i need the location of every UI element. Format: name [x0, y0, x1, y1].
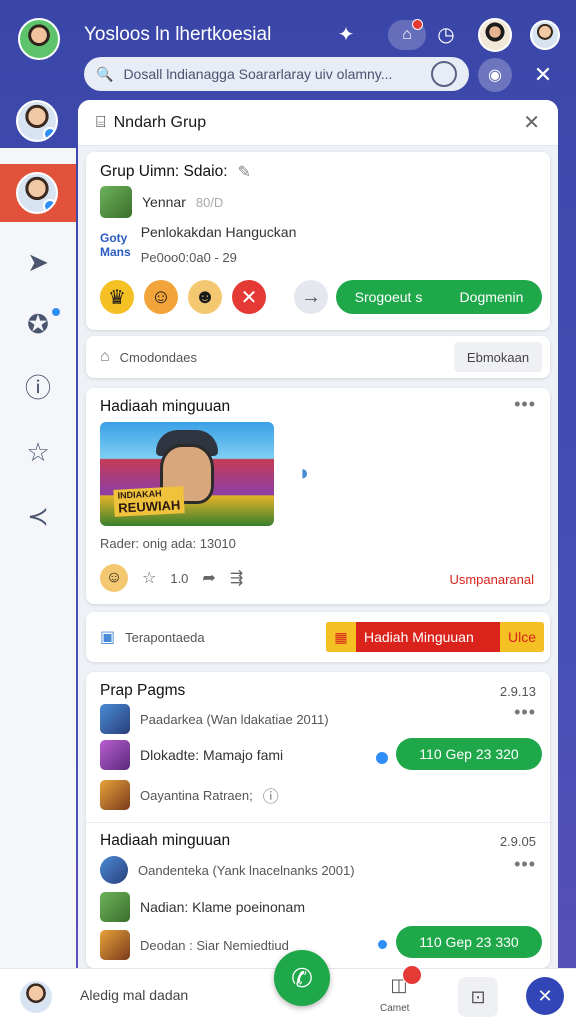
list1-date-pill[interactable]: 110 Gep 23 320: [396, 738, 542, 770]
camera-label: Camet: [380, 1003, 410, 1014]
app-title: Yosloos ln lhertkoesial: [84, 24, 272, 45]
chat-icon: ▣: [100, 629, 116, 646]
close-circle-button[interactable]: ✕: [526, 977, 564, 1015]
main-panel: ⌸ Nndarh Grup ✕ Grup Uimn: Sdaio: ✎ Yenn…: [78, 100, 558, 970]
share-arrow-icon[interactable]: ➦: [202, 568, 215, 588]
list2-title: Hadiaah minguuan: [100, 832, 231, 849]
top-bar: Yosloos ln lhertkoesial ✦ ⌂ ◷ 🔍 Dosall l…: [0, 0, 576, 100]
bottom-avatar[interactable]: [18, 979, 54, 1015]
camera-icon[interactable]: ◉: [478, 58, 512, 92]
sticker-icon[interactable]: ⊡: [458, 977, 498, 1017]
list2-date-pill[interactable]: 110 Gep 23 330: [396, 926, 542, 958]
group-meta: 80/D: [195, 194, 224, 210]
post-title: Hadiaah minguuan: [100, 398, 231, 415]
search-text: Dosall lndianagga Soararlaray uiv olamny…: [123, 66, 393, 82]
list-item[interactable]: Paadarkea (Wan ldakatiae 2011): [100, 704, 329, 734]
group-card: Grup Uimn: Sdaio: ✎ Yennar 80/D Goty Man…: [86, 152, 550, 330]
condition-button[interactable]: Ebmokaan: [454, 342, 542, 372]
camera-badge: [402, 965, 422, 985]
list-item[interactable]: Deodan : Siar Nemiedtiud: [100, 930, 289, 960]
promo-row: ▣ Terapontaeda ▦ Hadiah Minguuan Ulce: [86, 612, 550, 662]
refresh-icon[interactable]: [431, 61, 457, 87]
info-icon[interactable]: ⓘ: [263, 783, 279, 807]
action-left-label: Srogoeut s: [354, 289, 423, 305]
rating-value: 1.0: [170, 570, 189, 586]
active-avatar: [16, 172, 58, 214]
message-input[interactable]: Aledig mal dadan: [80, 987, 188, 1003]
clock-icon[interactable]: ◷: [434, 22, 458, 47]
reaction-icon[interactable]: ☺: [100, 564, 128, 592]
arrow-right-icon[interactable]: →: [294, 280, 328, 314]
sidebar: ➤ ✪ ⓘ ☆ ≺: [0, 148, 76, 970]
search-bar[interactable]: 🔍 Dosall lndianagga Soararlaray uiv olam…: [84, 57, 469, 91]
promo-badge[interactable]: ▦ Hadiah Minguuan Ulce: [326, 622, 544, 652]
settings-dot: [52, 308, 60, 316]
condition-label: Cmodondaes: [119, 349, 197, 365]
sidebar-avatar[interactable]: [16, 100, 58, 142]
post-image[interactable]: INDIAKAH REUWIAH: [100, 422, 274, 526]
group-title: Grup Uimn: Sdaio:: [100, 163, 228, 180]
star-outline-icon[interactable]: ☆: [142, 568, 156, 588]
list1-title: Prap Pagms: [100, 682, 186, 699]
share-icon[interactable]: ≺: [22, 500, 54, 532]
close-icon[interactable]: ✕: [530, 62, 556, 88]
list-card-1: Prap Pagms 2.9.13 ••• Paadarkea (Wan lda…: [86, 672, 550, 968]
profile-avatar[interactable]: [18, 18, 60, 60]
contact-avatar[interactable]: [530, 20, 560, 50]
promo-badge-icon: ▦: [326, 622, 356, 652]
promo-label: Terapontaeda: [125, 629, 205, 645]
forward-icon[interactable]: ⇶: [230, 568, 243, 588]
sidebar-item-active[interactable]: [0, 164, 76, 222]
notification-dot: [412, 19, 423, 30]
unread-dot: [378, 940, 387, 949]
settings-star-icon[interactable]: ✪: [22, 308, 54, 340]
list2-date: 2.9.05: [499, 834, 536, 849]
loading-icon: ◗: [298, 460, 312, 485]
verified-badge: [43, 127, 56, 140]
verified-badge: [43, 199, 56, 212]
more-icon[interactable]: •••: [514, 394, 536, 415]
group-description: Penlokakdan Hanguckan: [140, 224, 297, 240]
edit-icon[interactable]: ✎: [238, 162, 251, 182]
post-caption: Rader: onig ada: 13010: [100, 536, 236, 551]
wink-face-icon[interactable]: ☻: [188, 280, 222, 314]
group-icon: ⌸: [96, 113, 106, 131]
group-action-button[interactable]: Srogoeut s Dogmenin: [336, 280, 542, 314]
more-icon[interactable]: •••: [514, 854, 536, 875]
crown-icon[interactable]: ♛: [100, 280, 134, 314]
group-name: Yennar: [142, 194, 186, 210]
group-date: Pe0oo0:0a0 - 29: [140, 250, 237, 265]
close-circle-icon[interactable]: ✕: [232, 280, 266, 314]
more-icon[interactable]: •••: [514, 702, 536, 723]
star-icon[interactable]: ☆: [22, 436, 54, 468]
send-icon[interactable]: ➤: [22, 246, 54, 278]
happy-face-icon[interactable]: ☺: [144, 280, 178, 314]
panel-title: Nndarh Grup: [113, 113, 207, 131]
list-item[interactable]: Nadian: Klame poeinonam: [100, 892, 305, 922]
pin-icon[interactable]: ✦: [334, 22, 358, 47]
unread-dot: [376, 752, 388, 764]
group-logo: Goty Mans: [100, 230, 131, 259]
action-right-label: Dogmenin: [459, 289, 524, 305]
list-item[interactable]: Oayantina Ratraen; ⓘ: [100, 780, 279, 810]
call-button[interactable]: ✆: [274, 950, 330, 1006]
panel-header: ⌸ Nndarh Grup ✕: [78, 100, 558, 146]
list-item[interactable]: Dlokadte: Mamajo fami: [100, 740, 283, 770]
home-outline-icon: ⌂: [100, 348, 110, 365]
post-card: Hadiaah minguuan ••• INDIAKAH REUWIAH ◗ …: [86, 388, 550, 604]
search-icon: 🔍: [96, 65, 114, 82]
post-link[interactable]: Usmpanaranal: [449, 572, 534, 587]
group-thumb: [100, 186, 132, 218]
user-avatar[interactable]: [478, 18, 512, 52]
list-item[interactable]: Oandenteka (Yank lnacelnanks 2001): [100, 856, 355, 884]
condition-row: ⌂ Cmodondaes Ebmokaan: [86, 336, 550, 378]
list1-date: 2.9.13: [499, 684, 536, 699]
close-icon[interactable]: ✕: [523, 110, 540, 135]
alert-icon[interactable]: ⓘ: [22, 372, 54, 404]
